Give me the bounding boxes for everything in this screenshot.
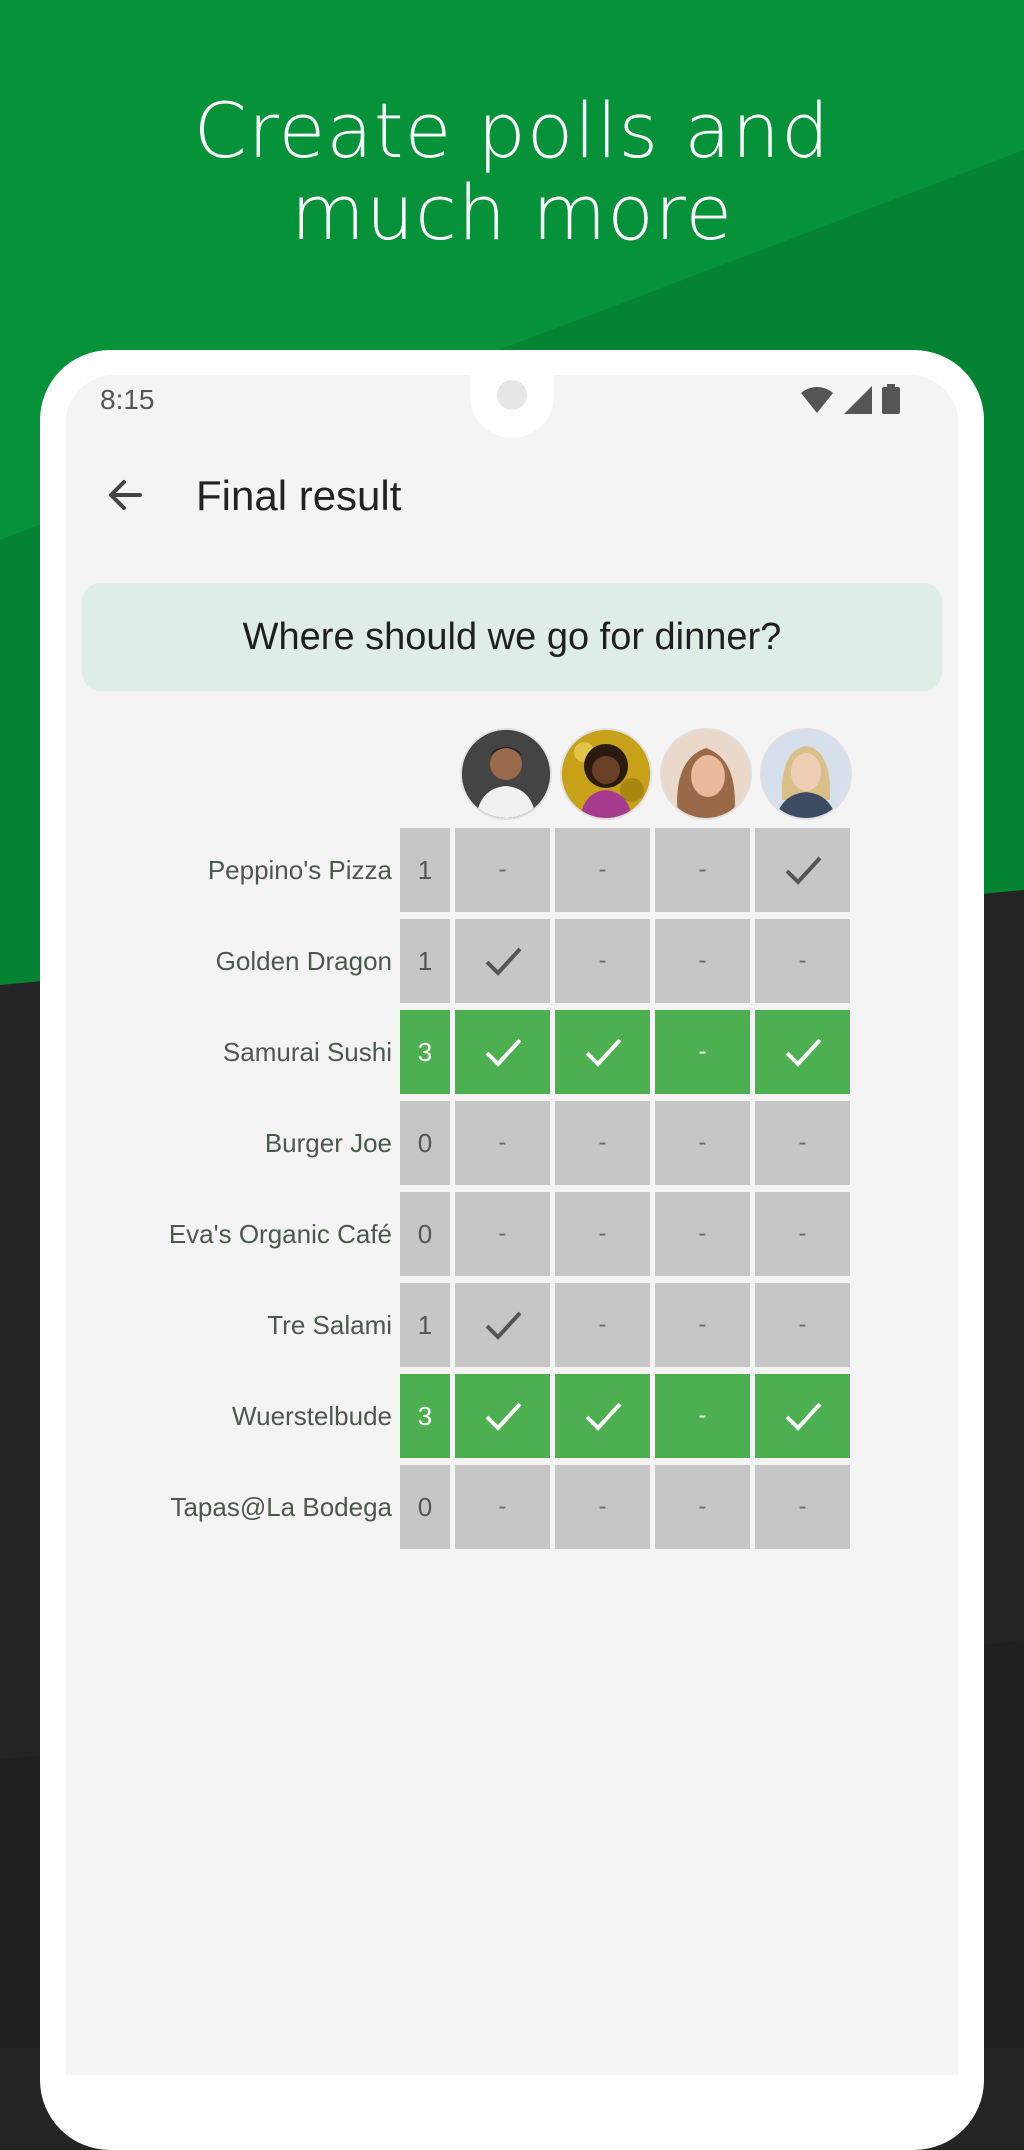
option-label: Burger Joe xyxy=(264,1128,392,1158)
vote-cell: - xyxy=(455,1465,550,1549)
vote-cell: - xyxy=(555,1465,650,1549)
vote-cell: - xyxy=(655,1010,750,1094)
vote-count: 1 xyxy=(400,1283,450,1367)
vote-cell: - xyxy=(655,1374,750,1458)
option-label: Wuerstelbude xyxy=(232,1401,392,1431)
vote-count: 1 xyxy=(400,919,450,1003)
check-icon xyxy=(585,1402,621,1431)
vote-cell: - xyxy=(455,1192,550,1276)
poll-question-card: Where should we go for dinner? xyxy=(82,583,942,691)
vote-cell: - xyxy=(555,1101,650,1185)
back-arrow-icon[interactable] xyxy=(100,470,150,520)
wifi-icon xyxy=(801,387,833,413)
option-label: Tre Salami xyxy=(267,1310,392,1340)
check-icon xyxy=(785,856,821,885)
vote-cell: - xyxy=(555,1283,650,1367)
vote-cell xyxy=(555,1374,650,1458)
avatar[interactable] xyxy=(460,728,552,820)
vote-cell: - xyxy=(655,828,750,912)
vote-cell: - xyxy=(555,919,650,1003)
vote-cell: - xyxy=(755,919,850,1003)
vote-cell: - xyxy=(455,828,550,912)
status-time: 8:15 xyxy=(100,384,155,415)
promo-headline: Create polls and much more xyxy=(193,86,831,257)
vote-cell xyxy=(455,919,550,1003)
vote-cell: - xyxy=(655,1101,750,1185)
vote-cell: - xyxy=(755,1283,850,1367)
check-icon xyxy=(785,1038,821,1067)
check-icon xyxy=(485,1402,521,1431)
vote-cell: - xyxy=(555,1192,650,1276)
vote-cell: - xyxy=(655,1192,750,1276)
status-icons xyxy=(800,384,900,414)
vote-cell: - xyxy=(655,1283,750,1367)
vote-cell xyxy=(755,828,850,912)
option-label: Samurai Sushi xyxy=(222,1037,392,1067)
vote-count: 1 xyxy=(400,828,450,912)
vote-count: 0 xyxy=(400,1465,450,1549)
option-label: Eva's Organic Café xyxy=(168,1219,392,1249)
camera-icon xyxy=(497,380,527,410)
vote-cell xyxy=(755,1010,850,1094)
vote-count: 0 xyxy=(400,1192,450,1276)
vote-count: 0 xyxy=(400,1101,450,1185)
check-icon xyxy=(485,947,521,976)
option-label: Peppino's Pizza xyxy=(207,855,392,885)
vote-cell: - xyxy=(755,1465,850,1549)
vote-cell xyxy=(455,1283,550,1367)
avatar[interactable] xyxy=(560,728,652,820)
vote-cell: - xyxy=(655,1465,750,1549)
vote-cell xyxy=(555,1010,650,1094)
vote-cell: - xyxy=(755,1101,850,1185)
poll-question: Where should we go for dinner? xyxy=(242,615,782,658)
vote-cell: - xyxy=(755,1192,850,1276)
vote-count: 3 xyxy=(400,1010,450,1094)
vote-count: 3 xyxy=(400,1374,450,1458)
page-title: Final result xyxy=(196,472,402,519)
option-label: Tapas@La Bodega xyxy=(170,1492,392,1522)
vote-cell: - xyxy=(455,1101,550,1185)
vote-cell xyxy=(455,1010,550,1094)
vote-cell xyxy=(755,1374,850,1458)
check-icon xyxy=(485,1038,521,1067)
signal-icon xyxy=(844,386,872,414)
check-icon xyxy=(585,1038,621,1067)
vote-cell xyxy=(455,1374,550,1458)
check-icon xyxy=(785,1402,821,1431)
vote-cell: - xyxy=(655,919,750,1003)
battery-icon xyxy=(882,384,900,414)
avatar[interactable] xyxy=(760,728,852,820)
avatar[interactable] xyxy=(660,728,752,820)
check-icon xyxy=(485,1311,521,1340)
option-label: Golden Dragon xyxy=(215,946,392,976)
vote-cell: - xyxy=(555,828,650,912)
